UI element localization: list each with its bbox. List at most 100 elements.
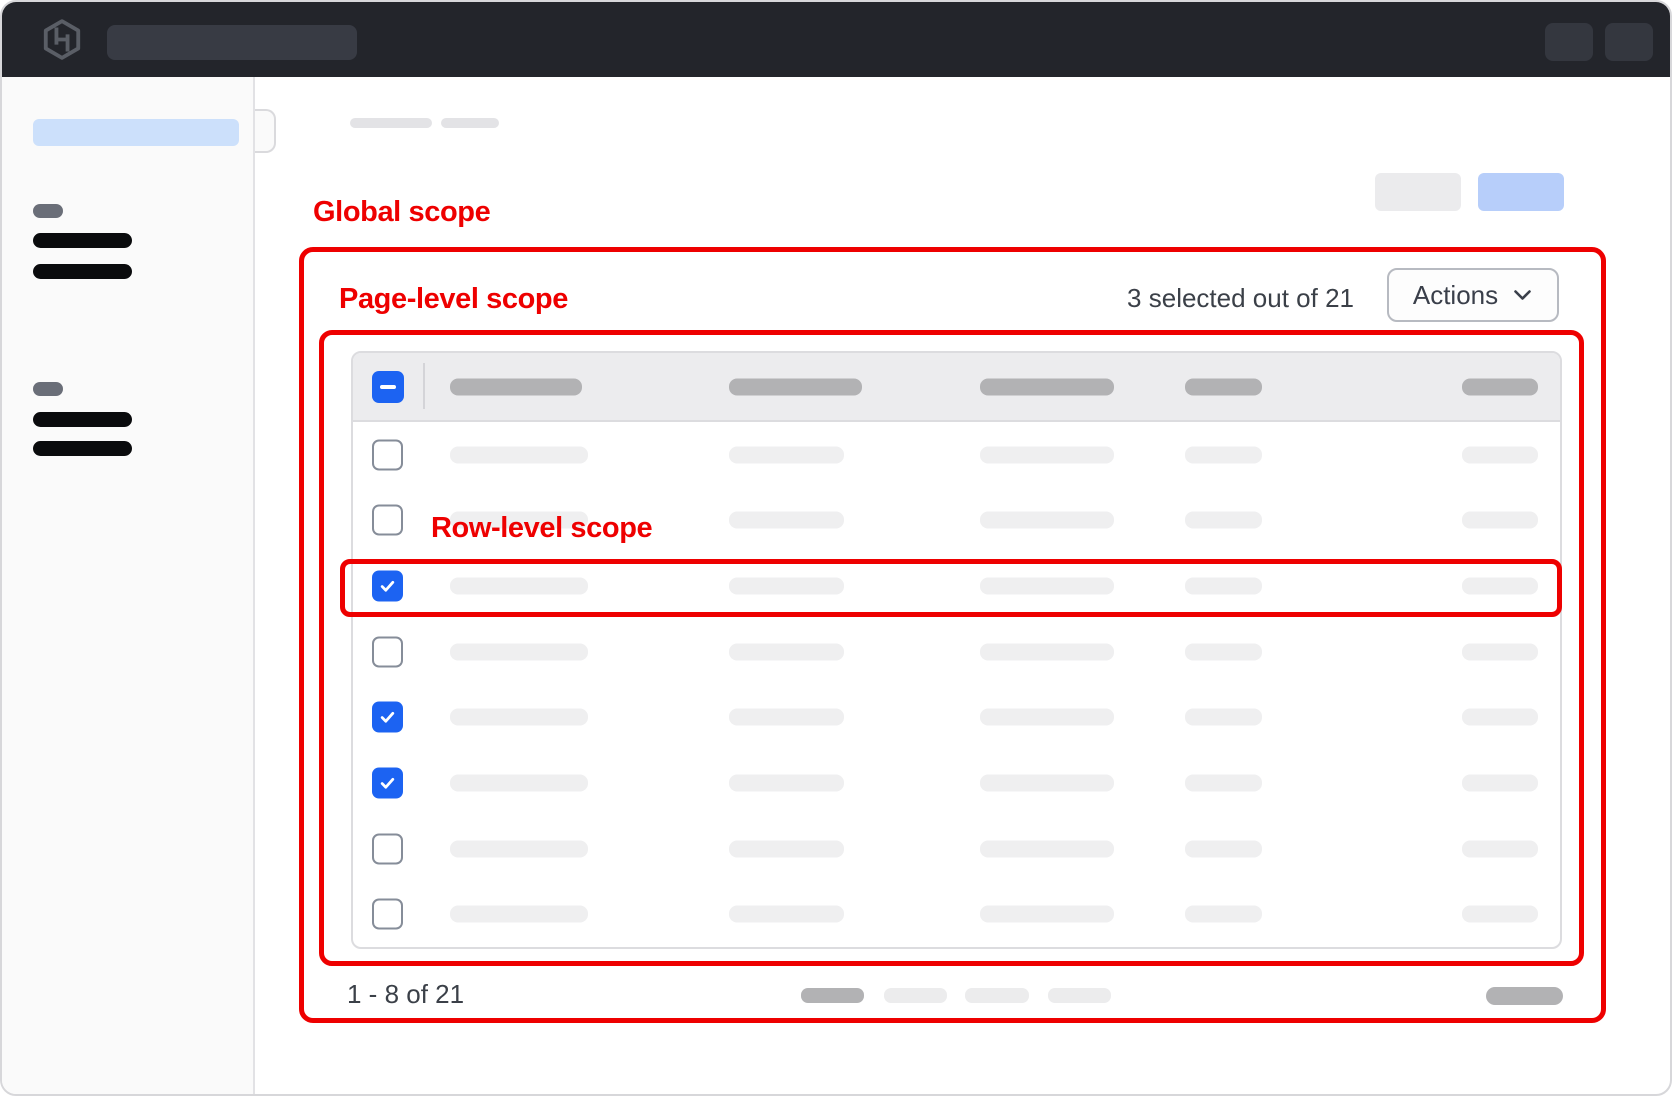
pagination-control[interactable] — [801, 988, 864, 1003]
cell-placeholder — [729, 840, 844, 857]
page-scope-label: Page-level scope — [339, 283, 568, 316]
sidebar-active-item[interactable] — [33, 119, 239, 146]
sidebar-nav-item[interactable] — [33, 264, 132, 279]
checkmark-icon — [379, 709, 396, 726]
table-row — [353, 816, 1560, 882]
cell-placeholder — [450, 906, 588, 923]
topbar-action-placeholder[interactable] — [1545, 23, 1593, 61]
cell-placeholder — [1462, 840, 1538, 857]
cell-placeholder — [1185, 774, 1262, 791]
actions-button-label: Actions — [1413, 280, 1498, 311]
sidebar-section-label — [33, 204, 63, 218]
column-header-placeholder — [729, 378, 862, 395]
indeterminate-icon — [380, 385, 396, 389]
table-body — [353, 422, 1560, 947]
cell-placeholder — [729, 906, 844, 923]
cell-placeholder — [980, 643, 1114, 660]
table-row — [353, 619, 1560, 685]
cell-placeholder — [1185, 446, 1262, 463]
column-header-placeholder — [1185, 378, 1262, 395]
cell-placeholder — [980, 709, 1114, 726]
row-scope-label: Row-level scope — [431, 512, 652, 545]
pagination-control[interactable] — [1048, 988, 1111, 1003]
cell-placeholder — [1462, 709, 1538, 726]
topbar-action-placeholder[interactable] — [1605, 23, 1653, 61]
hashicorp-logo-icon — [40, 19, 84, 60]
cell-placeholder — [980, 578, 1114, 595]
chevron-down-icon — [1512, 288, 1533, 302]
row-checkbox[interactable] — [372, 571, 403, 602]
cell-placeholder — [1185, 643, 1262, 660]
data-table — [351, 351, 1562, 949]
selection-count-text: 3 selected out of 21 — [1092, 283, 1354, 314]
row-checkbox[interactable] — [372, 767, 403, 798]
sidebar-nav-item[interactable] — [33, 441, 132, 456]
breadcrumb-item[interactable] — [350, 118, 432, 128]
cell-placeholder — [450, 840, 588, 857]
cell-placeholder — [729, 643, 844, 660]
page-size-control[interactable] — [1486, 987, 1563, 1005]
sidebar-nav-item[interactable] — [33, 412, 132, 427]
cell-placeholder — [1185, 512, 1262, 529]
column-header-placeholder — [450, 378, 582, 395]
pagination-control[interactable] — [965, 988, 1029, 1003]
table-row — [353, 685, 1560, 751]
sidebar-toggle-handle[interactable] — [255, 109, 276, 153]
pagination-range-text: 1 - 8 of 21 — [347, 979, 464, 1010]
row-checkbox[interactable] — [372, 636, 403, 667]
table-row — [353, 553, 1560, 619]
cell-placeholder — [729, 578, 844, 595]
row-checkbox[interactable] — [372, 899, 403, 930]
table-row — [353, 750, 1560, 816]
secondary-button-placeholder[interactable] — [1375, 173, 1461, 211]
checkmark-icon — [379, 774, 396, 791]
cell-placeholder — [450, 643, 588, 660]
cell-placeholder — [980, 774, 1114, 791]
cell-placeholder — [729, 709, 844, 726]
sidebar-nav-item[interactable] — [33, 233, 132, 248]
column-header-placeholder — [1462, 378, 1538, 395]
actions-button[interactable]: Actions — [1387, 268, 1559, 322]
breadcrumb-item[interactable] — [441, 118, 499, 128]
cell-placeholder — [1462, 774, 1538, 791]
row-checkbox[interactable] — [372, 439, 403, 470]
row-checkbox[interactable] — [372, 702, 403, 733]
column-header-placeholder — [980, 378, 1114, 395]
cell-placeholder — [980, 840, 1114, 857]
cell-placeholder — [1462, 512, 1538, 529]
pagination-control[interactable] — [884, 988, 947, 1003]
app-window: Global scope Page-level scope Row-level … — [0, 0, 1672, 1096]
row-checkbox[interactable] — [372, 505, 403, 536]
cell-placeholder — [980, 512, 1114, 529]
cell-placeholder — [1462, 578, 1538, 595]
cell-placeholder — [729, 774, 844, 791]
cell-placeholder — [1462, 643, 1538, 660]
cell-placeholder — [1185, 578, 1262, 595]
sidebar-section-label — [33, 382, 63, 396]
cell-placeholder — [450, 774, 588, 791]
cell-placeholder — [450, 709, 588, 726]
cell-placeholder — [1185, 709, 1262, 726]
cell-placeholder — [980, 446, 1114, 463]
cell-placeholder — [1185, 840, 1262, 857]
primary-button-placeholder[interactable] — [1478, 173, 1564, 211]
sidebar — [2, 77, 255, 1094]
cell-placeholder — [450, 578, 588, 595]
table-row — [353, 422, 1560, 488]
topbar — [2, 2, 1670, 77]
cell-placeholder — [450, 446, 588, 463]
cell-placeholder — [1462, 906, 1538, 923]
cell-placeholder — [729, 512, 844, 529]
header-divider — [423, 363, 425, 409]
checkmark-icon — [379, 578, 396, 595]
table-header-row — [353, 353, 1560, 422]
select-all-checkbox[interactable] — [372, 371, 404, 403]
cell-placeholder — [980, 906, 1114, 923]
global-scope-label: Global scope — [313, 196, 490, 229]
cell-placeholder — [1185, 906, 1262, 923]
row-checkbox[interactable] — [372, 833, 403, 864]
cell-placeholder — [729, 446, 844, 463]
table-row — [353, 881, 1560, 947]
global-search-input[interactable] — [107, 25, 357, 60]
cell-placeholder — [1462, 446, 1538, 463]
